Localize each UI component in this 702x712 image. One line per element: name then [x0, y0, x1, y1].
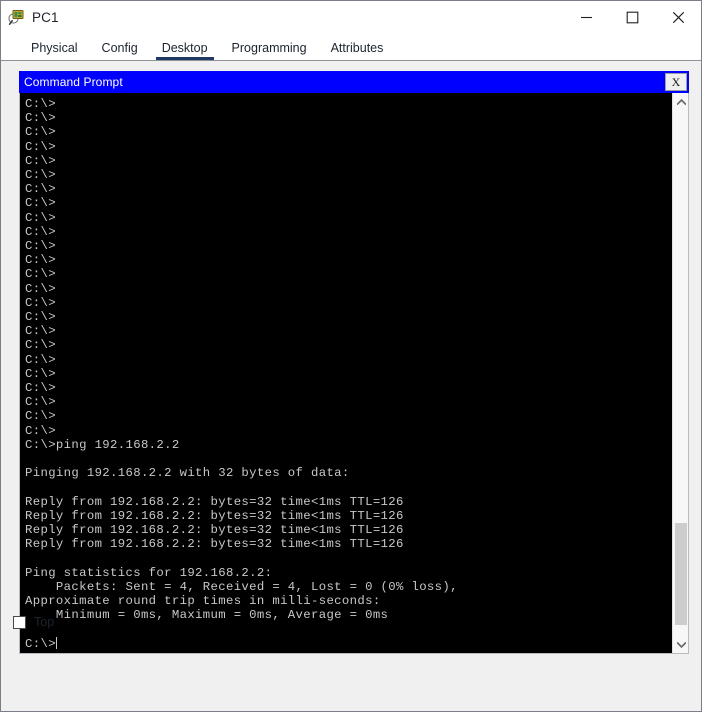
- minimize-button[interactable]: [563, 1, 609, 34]
- window-controls: [563, 1, 701, 34]
- minimize-icon: [580, 16, 592, 19]
- titlebar-left-group: PC1: [1, 9, 59, 26]
- tab-desktop[interactable]: Desktop: [150, 41, 220, 60]
- packet-tracer-pc-icon: [8, 9, 25, 26]
- tab-physical[interactable]: Physical: [19, 41, 90, 60]
- tab-attributes[interactable]: Attributes: [319, 41, 396, 60]
- close-button[interactable]: [655, 1, 701, 34]
- command-prompt-titlebar: Command Prompt X: [19, 71, 689, 93]
- close-icon: [672, 11, 684, 24]
- command-prompt-close-button[interactable]: X: [665, 73, 687, 91]
- terminal-history: C:\> C:\> C:\> C:\> C:\> C:\> C:\> C:\> …: [25, 97, 458, 623]
- chevron-up-icon: [676, 98, 686, 105]
- tab-config[interactable]: Config: [90, 41, 150, 60]
- window-title: PC1: [32, 10, 59, 25]
- terminal-scrollbar[interactable]: [672, 93, 688, 653]
- tab-programming[interactable]: Programming: [220, 41, 319, 60]
- top-checkbox-label: Top: [34, 615, 55, 629]
- top-checkbox[interactable]: [13, 615, 26, 629]
- window-titlebar: PC1: [1, 1, 701, 34]
- terminal-output[interactable]: C:\> C:\> C:\> C:\> C:\> C:\> C:\> C:\> …: [20, 93, 672, 653]
- command-prompt-window: Command Prompt X C:\> C:\> C:\> C:\> C:\…: [19, 71, 689, 654]
- scrollbar-up-button[interactable]: [673, 93, 688, 110]
- command-prompt-body: C:\> C:\> C:\> C:\> C:\> C:\> C:\> C:\> …: [19, 93, 689, 654]
- top-checkbox-row[interactable]: Top: [13, 615, 54, 629]
- maximize-button[interactable]: [609, 1, 655, 34]
- maximize-icon: [626, 11, 638, 24]
- pc1-window: PC1 Physical Config Desktop Programming …: [0, 0, 702, 712]
- desktop-tab-panel: Command Prompt X C:\> C:\> C:\> C:\> C:\…: [1, 60, 701, 711]
- panel-footer: Top: [1, 603, 701, 711]
- main-tabbar: Physical Config Desktop Programming Attr…: [1, 34, 701, 60]
- command-prompt-title: Command Prompt: [24, 75, 123, 89]
